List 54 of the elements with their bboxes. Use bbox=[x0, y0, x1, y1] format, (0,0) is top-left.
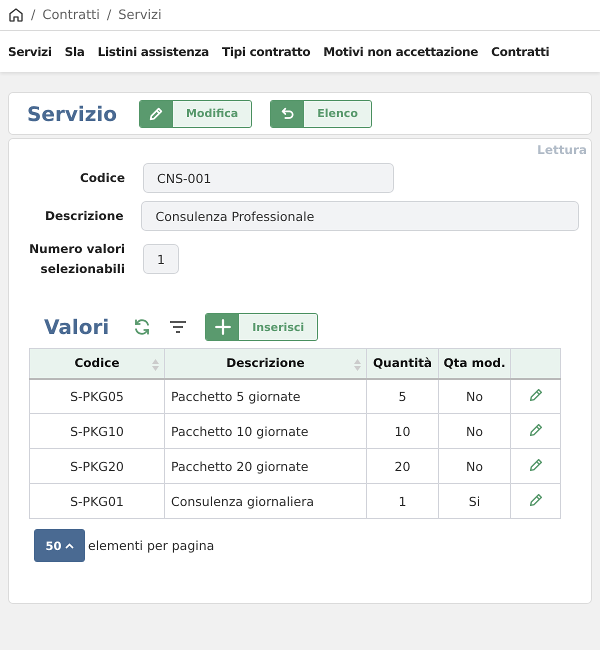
table-cell: No bbox=[438, 448, 510, 484]
edit-icon[interactable] bbox=[528, 456, 544, 472]
mode-label: Lettura bbox=[537, 143, 587, 157]
caret-icon bbox=[64, 542, 74, 548]
table-cell: Pacchetto 10 giornate bbox=[164, 414, 366, 448]
column-header[interactable]: Qta mod. bbox=[438, 348, 510, 378]
edit-icon[interactable] bbox=[528, 492, 544, 508]
nav-link[interactable]: Contratti bbox=[491, 44, 550, 58]
field-label: Codice bbox=[78, 170, 125, 187]
nav-link[interactable]: Motivi non accettazione bbox=[323, 44, 478, 58]
section-title: Valori bbox=[44, 315, 110, 339]
table-cell: S-PKG10 bbox=[30, 414, 164, 448]
edit-icon[interactable] bbox=[528, 422, 544, 438]
input-field[interactable]: 1 bbox=[143, 244, 179, 274]
table-cell: S-PKG20 bbox=[30, 448, 164, 484]
nav-link[interactable]: Listini assistenza bbox=[98, 44, 209, 58]
input-field[interactable]: Consulenza Professionale bbox=[141, 201, 579, 231]
column-header[interactable]: Quantità bbox=[366, 348, 438, 378]
pencil-icon bbox=[148, 106, 164, 122]
table-cell: Pacchetto 5 giornate bbox=[164, 378, 366, 414]
undo-arrow-icon bbox=[280, 106, 296, 122]
column-header[interactable]: Codice bbox=[30, 348, 164, 378]
sort-icon bbox=[354, 359, 361, 371]
nav-link[interactable]: Tipi contratto bbox=[222, 44, 310, 58]
table-cell: S-PKG01 bbox=[30, 484, 164, 518]
nav-link[interactable]: Sla bbox=[64, 44, 85, 58]
table-cell: 10 bbox=[366, 414, 438, 448]
sort-icon bbox=[152, 359, 159, 371]
table-cell: No bbox=[438, 414, 510, 448]
table-cell: Si bbox=[438, 484, 510, 518]
page-size-button[interactable]: 50 bbox=[34, 529, 85, 562]
column-header[interactable]: Descrizione bbox=[164, 348, 366, 378]
field-label: Numero valori selezionabili bbox=[28, 241, 125, 278]
table-cell: 1 bbox=[366, 484, 438, 518]
field-label: Descrizione bbox=[44, 208, 124, 225]
page-size-label: elementi per pagina bbox=[88, 538, 214, 553]
home-icon[interactable] bbox=[8, 7, 24, 23]
breadcrumb-separator: / bbox=[106, 8, 112, 22]
table-cell: Consulenza giornaliera bbox=[164, 484, 366, 518]
breadcrumb-item[interactable]: Contratti bbox=[42, 8, 100, 22]
input-field[interactable]: CNS-001 bbox=[143, 163, 394, 193]
table-cell: 20 bbox=[366, 448, 438, 484]
refresh-icon[interactable] bbox=[133, 318, 152, 336]
nav-link[interactable]: Servizi bbox=[8, 44, 52, 58]
table-cell: 5 bbox=[366, 378, 438, 414]
table-cell: S-PKG05 bbox=[30, 378, 164, 414]
filter-icon[interactable] bbox=[169, 320, 188, 334]
page-title: Servizio bbox=[27, 102, 117, 126]
table-cell: Pacchetto 20 giornate bbox=[164, 448, 366, 484]
edit-icon[interactable] bbox=[528, 386, 544, 403]
table-cell: No bbox=[438, 378, 510, 414]
breadcrumb-separator: / bbox=[31, 8, 36, 22]
breadcrumb-item[interactable]: Servizi bbox=[118, 8, 162, 22]
plus-icon bbox=[214, 318, 232, 336]
